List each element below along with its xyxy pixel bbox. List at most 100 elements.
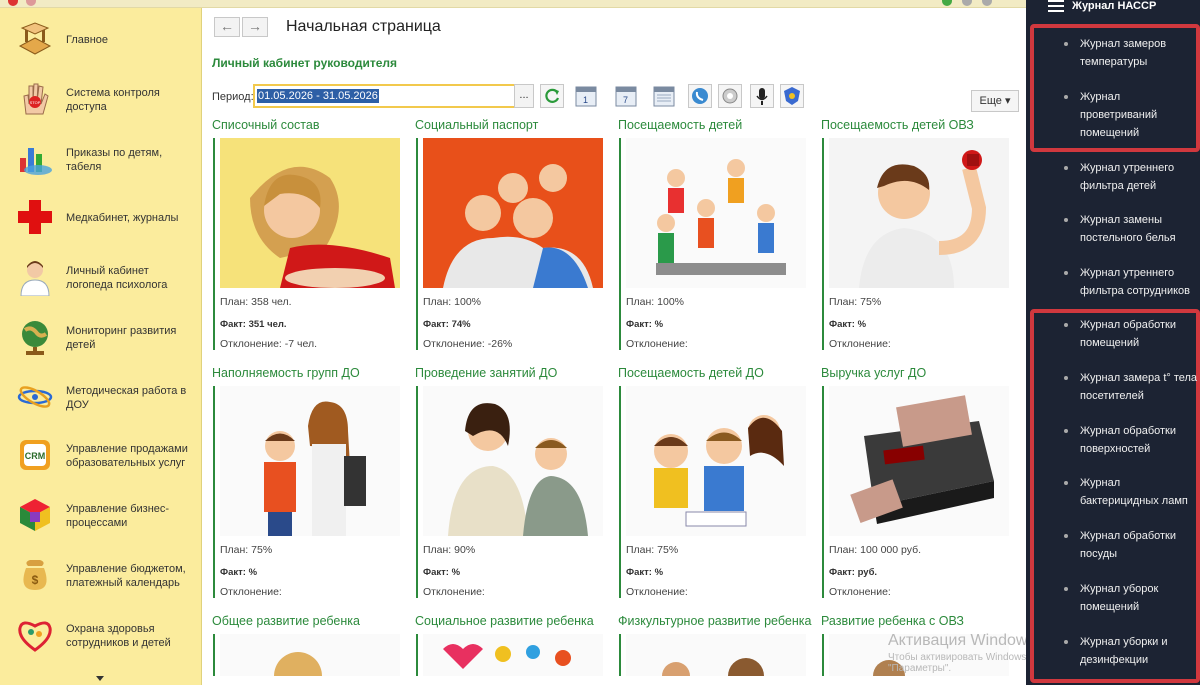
card-accent-bar [822, 386, 824, 598]
emblem-icon [784, 87, 800, 105]
card-staff-list[interactable]: Списочный состав План: 358 чел. Факт: 35… [212, 118, 407, 350]
period-label: Период: [212, 91, 254, 103]
card-title: Посещаемость детей [618, 118, 743, 132]
period-input[interactable]: 01.05.2026 - 31.05.2026 [253, 84, 516, 108]
calendar-icon: 1 [575, 86, 597, 107]
child-photo [220, 634, 400, 676]
bullet-icon [1064, 218, 1068, 222]
journal-item[interactable]: Журнал замены постельного белья [1080, 211, 1200, 247]
card-attendance-ovz[interactable]: Посещаемость детей ОВЗ План: 75% Факт: %… [821, 118, 1016, 350]
calendar-day-number: 1 [583, 95, 588, 105]
doctor-icon [20, 261, 50, 296]
sidebar-item-main[interactable]: Главное [0, 20, 202, 60]
card-accent-bar [416, 138, 418, 350]
sidebar-item-label: Мониторинг развития детей [66, 325, 177, 351]
calendar-month-button[interactable] [652, 84, 676, 108]
phone-button[interactable] [688, 84, 712, 108]
journal-item[interactable]: Журнал уборки и дезинфекции [1080, 633, 1200, 669]
cash-counter-photo [829, 386, 1009, 536]
card-plan: План: 358 чел. [220, 296, 292, 308]
app-icon[interactable] [8, 0, 18, 6]
card-title: Физкультурное развитие ребенка [618, 614, 812, 628]
card-deviation: Отклонение: [423, 586, 485, 598]
boy-dumbbell-photo [829, 138, 1009, 288]
help-icon[interactable] [982, 0, 992, 6]
stop-hand-icon: STOP [23, 83, 49, 115]
sidebar-item-budget[interactable]: $ Управление бюджетом, платежный календа… [0, 556, 202, 596]
bullet-icon [1064, 271, 1068, 275]
card-attendance[interactable]: Посещаемость детей План: 100% Факт: % От… [618, 118, 813, 350]
journal-item[interactable]: Журнал обработки посуды [1080, 527, 1200, 563]
card-fact: Факт: % [829, 319, 867, 330]
teacher-photo [423, 386, 603, 536]
card-title: Наполняемость групп ДО [212, 366, 360, 380]
emblem-button[interactable] [780, 84, 804, 108]
svg-text:STOP: STOP [30, 100, 41, 105]
dialer-button[interactable] [718, 84, 742, 108]
bullet-icon [1064, 42, 1068, 46]
scroll-down-icon[interactable] [96, 676, 104, 681]
back-button[interactable]: ← [214, 17, 240, 37]
sidebar-item-monitoring[interactable]: Мониторинг развития детей [0, 318, 202, 358]
family-photo [423, 138, 603, 288]
journal-item[interactable]: Журнал замера t° тела посетителей [1080, 369, 1200, 405]
card-group-occupancy[interactable]: Наполняемость групп ДО План: 75% Факт: %… [212, 366, 407, 598]
dialer-icon [722, 88, 738, 104]
forward-button[interactable]: → [242, 17, 268, 37]
more-button[interactable]: Еще ▾ [971, 90, 1019, 112]
card-title: Посещаемость детей ДО [618, 366, 764, 380]
more-button-label: Еще [979, 95, 1002, 107]
card-revenue[interactable]: Выручка услуг ДО План: 100 000 руб. Факт… [821, 366, 1016, 598]
sidebar-item-access-control[interactable]: STOP Система контроля доступа [0, 80, 202, 120]
journal-item[interactable]: Журнал замеров температуры [1080, 35, 1200, 71]
journal-item[interactable]: Журнал утреннего фильтра детей [1080, 159, 1200, 195]
card-fact: Факт: % [423, 567, 461, 578]
crm-icon: CRM [20, 440, 50, 470]
card-deviation: Отклонение: -7 чел. [220, 338, 318, 350]
top-toolbar-strip [0, 0, 1026, 8]
card-fact: Факт: % [626, 319, 664, 330]
sidebar-item-label: Медкабинет, журналы [66, 212, 179, 224]
calendar-week-button[interactable]: 7 [614, 84, 638, 108]
bullet-icon [1064, 429, 1068, 433]
card-deviation: Отклонение: [829, 586, 891, 598]
hands-photo [423, 634, 603, 676]
journal-item[interactable]: Журнал проветриваний помещений [1080, 88, 1200, 142]
sidebar-item-methodical-work[interactable]: Методическая работа в ДОУ [0, 378, 202, 418]
card-plan: План: 100 000 руб. [829, 544, 922, 556]
sidebar-item-label: Личный кабинет логопеда психолога [66, 265, 168, 291]
card-title: Общее развитие ребенка [212, 614, 360, 628]
journal-item[interactable]: Журнал уборок помещений [1080, 580, 1200, 616]
card-social-development[interactable]: Социальное развитие ребенка [415, 614, 610, 676]
calendar-week-icon: 7 [615, 86, 637, 107]
sidebar-item-business-processes[interactable]: Управление бизнес-процессами [0, 496, 202, 536]
sidebar-item-orders[interactable]: Приказы по детям, табеля [0, 140, 202, 180]
card-social-passport[interactable]: Социальный паспорт План: 100% Факт: 74% … [415, 118, 610, 350]
menu-icon[interactable] [26, 0, 36, 6]
calendar-day-button[interactable]: 1 [574, 84, 598, 108]
card-plan: План: 75% [220, 544, 273, 556]
journal-item[interactable]: Журнал обработки помещений [1080, 316, 1200, 352]
card-accent-bar [619, 138, 621, 350]
svg-text:$: $ [32, 573, 39, 587]
sidebar-item-health[interactable]: Охрана здоровья сотрудников и детей [0, 616, 202, 656]
sidebar-item-sales[interactable]: CRM Управление продажами образовательных… [0, 436, 202, 476]
notification-icon[interactable] [942, 0, 952, 6]
journal-item[interactable]: Журнал обработки поверхностей [1080, 422, 1200, 458]
card-general-development[interactable]: Общее развитие ребенка [212, 614, 407, 676]
journal-item[interactable]: Журнал бактерицидных ламп [1080, 474, 1200, 510]
sidebar-item-speech-therapist[interactable]: Личный кабинет логопеда психолога [0, 258, 202, 298]
sidebar-item-medical[interactable]: Медкабинет, журналы [0, 198, 202, 238]
card-attendance-do[interactable]: Посещаемость детей ДО План: 75% Факт: % … [618, 366, 813, 598]
card-physical-development[interactable]: Физкультурное развитие ребенка [618, 614, 813, 676]
card-lessons[interactable]: Проведение занятий ДО План: 90% Факт: % … [415, 366, 610, 598]
refresh-button[interactable] [540, 84, 564, 108]
sidebar-item-label: Приказы по детям, табеля [66, 147, 163, 173]
card-title: Социальный паспорт [415, 118, 539, 132]
journal-item[interactable]: Журнал утреннего фильтра сотрудников [1080, 264, 1200, 300]
microphone-button[interactable] [750, 84, 774, 108]
period-select-button[interactable]: ... [514, 84, 534, 108]
sidebar-item-label: Управление продажами образовательных усл… [66, 443, 188, 469]
hamburger-icon[interactable] [1048, 0, 1064, 15]
history-icon[interactable] [962, 0, 972, 6]
